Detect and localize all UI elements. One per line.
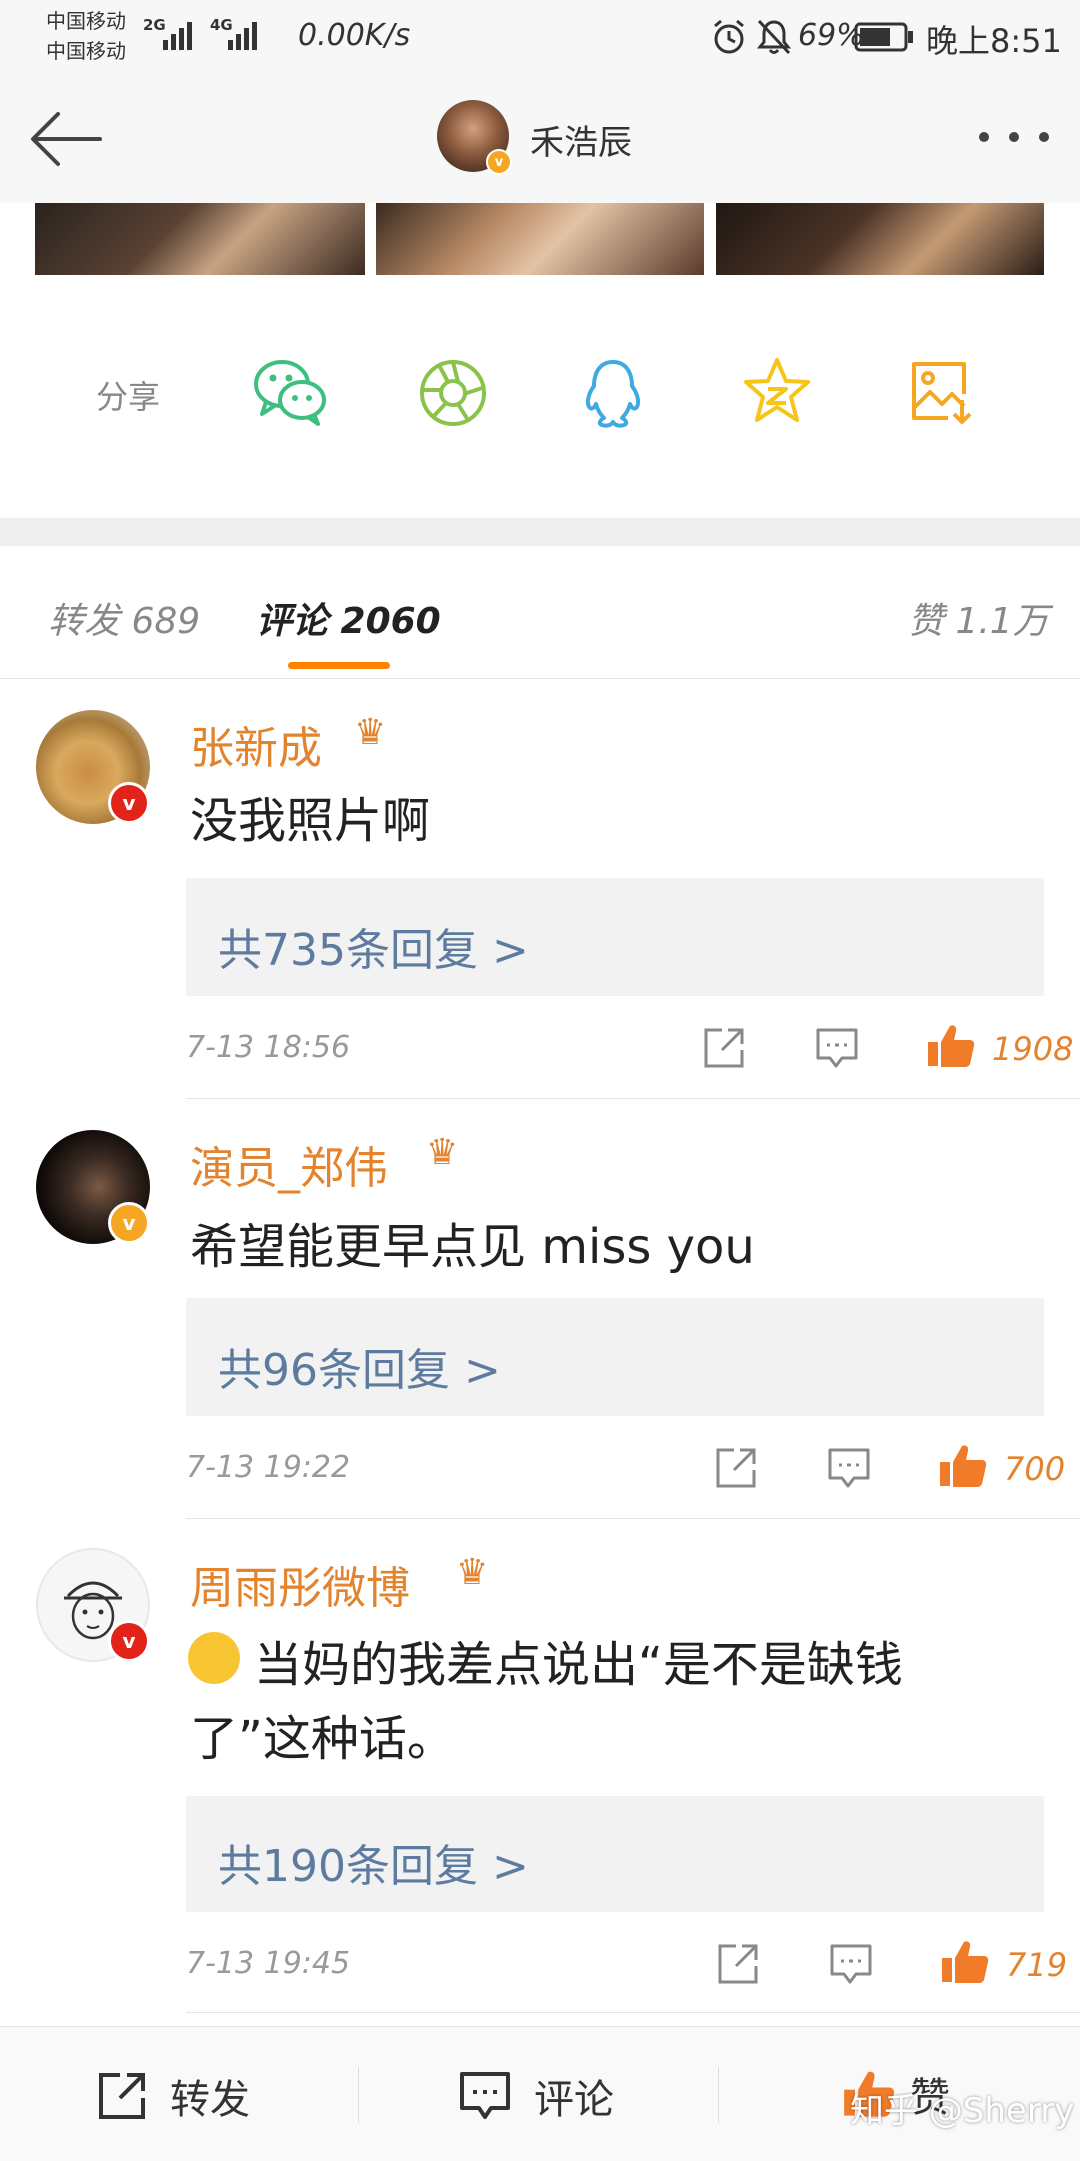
carrier-1: 中国移动 xyxy=(46,9,126,33)
alarm-icon xyxy=(714,19,744,54)
wechat-icon[interactable] xyxy=(252,356,328,428)
commenter-name[interactable]: 演员_郑伟 xyxy=(190,1132,388,1196)
tab-repost[interactable]: 转发 689 xyxy=(48,592,200,644)
comment-divider xyxy=(186,1098,1080,1099)
comment-text: 当妈的我差点说出“是不是缺钱了”这种话。 xyxy=(190,1637,903,1767)
repost-icon xyxy=(99,2073,145,2119)
comment-button[interactable]: 评论 xyxy=(458,2067,614,2125)
status-bar: 中国移动 中国移动 2G 4G 0.00K/s 69% 晚上8:51 xyxy=(0,0,1080,75)
more-dots-icon[interactable] xyxy=(976,129,1052,145)
repost-label: 转发 xyxy=(170,2077,250,2123)
clock: 晚上8:51 xyxy=(926,22,1062,60)
network-speed: 0.00K/s xyxy=(298,18,411,53)
post-image-2[interactable] xyxy=(376,203,704,275)
share-label: 分享 xyxy=(96,378,161,416)
like-count: 1908 xyxy=(992,1030,1074,1068)
repost-button[interactable]: 转发 xyxy=(96,2067,250,2125)
carrier-2: 中国移动 xyxy=(46,39,126,63)
tab-likes[interactable]: 赞 1.1万 xyxy=(908,592,1049,644)
like-thumb-icon[interactable] xyxy=(926,1022,976,1070)
verified-badge-icon: v xyxy=(108,1202,150,1244)
replies-link[interactable]: 共735条回复 > xyxy=(218,914,529,978)
vip-crown-icon: ♛ xyxy=(426,1132,459,1173)
author-name[interactable]: 禾浩辰 xyxy=(530,115,632,164)
verified-badge-icon: v xyxy=(108,1620,150,1662)
comment-time: 7-13 19:22 xyxy=(186,1450,351,1485)
verified-badge-icon: v xyxy=(486,149,512,175)
verified-badge-icon: v xyxy=(108,782,150,824)
comment-text: 希望能更早点见 miss you xyxy=(190,1219,755,1275)
back-arrow-icon[interactable] xyxy=(28,109,104,169)
commenter-name[interactable]: 张新成 xyxy=(190,712,322,776)
battery-icon xyxy=(854,22,913,52)
bottom-separator xyxy=(358,2067,359,2123)
post-image-3[interactable] xyxy=(716,203,1044,275)
repost-comment-icon[interactable] xyxy=(714,1446,758,1490)
comment-time: 7-13 19:45 xyxy=(186,1946,351,1981)
comment-label: 评论 xyxy=(534,2077,614,2123)
comment-divider xyxy=(186,1518,1080,1519)
vip-crown-icon: ♛ xyxy=(456,1552,489,1593)
reply-comment-icon[interactable] xyxy=(814,1026,860,1070)
comment-text: 没我照片啊 xyxy=(190,793,431,849)
replies-link[interactable]: 共96条回复 > xyxy=(218,1334,501,1398)
save-image-icon[interactable] xyxy=(908,358,974,426)
bottom-action-bar: 转发 评论 赞 知乎 @Sherry xyxy=(0,2026,1080,2161)
like-count: 700 xyxy=(1004,1450,1066,1488)
tab-divider xyxy=(0,678,1080,679)
qq-icon[interactable] xyxy=(580,358,646,430)
navigation-bar: v 禾浩辰 xyxy=(0,75,1080,203)
bottom-separator xyxy=(718,2067,719,2123)
like-thumb-icon[interactable] xyxy=(938,1442,988,1490)
section-divider xyxy=(0,518,1080,546)
like-thumb-icon[interactable] xyxy=(940,1938,990,1986)
repost-comment-icon[interactable] xyxy=(716,1942,760,1986)
qzone-icon[interactable] xyxy=(742,356,812,426)
repost-comment-icon[interactable] xyxy=(702,1026,746,1070)
replies-box[interactable]: 共190条回复 > xyxy=(186,1796,1044,1912)
reply-comment-icon[interactable] xyxy=(826,1446,872,1490)
reply-comment-icon[interactable] xyxy=(828,1942,874,1986)
mute-icon xyxy=(756,19,792,55)
replies-box[interactable]: 共735条回复 > xyxy=(186,878,1044,996)
comment-time: 7-13 18:56 xyxy=(186,1030,351,1065)
signal-icon-2 xyxy=(228,22,257,50)
replies-box[interactable]: 共96条回复 > xyxy=(186,1298,1044,1416)
watermark: 知乎 @Sherry xyxy=(850,2091,1075,2131)
signal-icon-1 xyxy=(163,22,192,50)
tab-comments[interactable]: 评论 2060 xyxy=(256,592,441,644)
comment-icon xyxy=(460,2072,510,2119)
replies-link[interactable]: 共190条回复 > xyxy=(218,1830,529,1894)
commenter-name[interactable]: 周雨彤微博 xyxy=(190,1552,410,1616)
vip-crown-icon: ♛ xyxy=(354,712,387,753)
post-image-1[interactable] xyxy=(35,203,365,275)
active-tab-indicator xyxy=(288,662,390,669)
comment-divider xyxy=(186,2012,1080,2013)
moments-icon[interactable] xyxy=(418,358,488,428)
like-count: 719 xyxy=(1006,1946,1068,1984)
